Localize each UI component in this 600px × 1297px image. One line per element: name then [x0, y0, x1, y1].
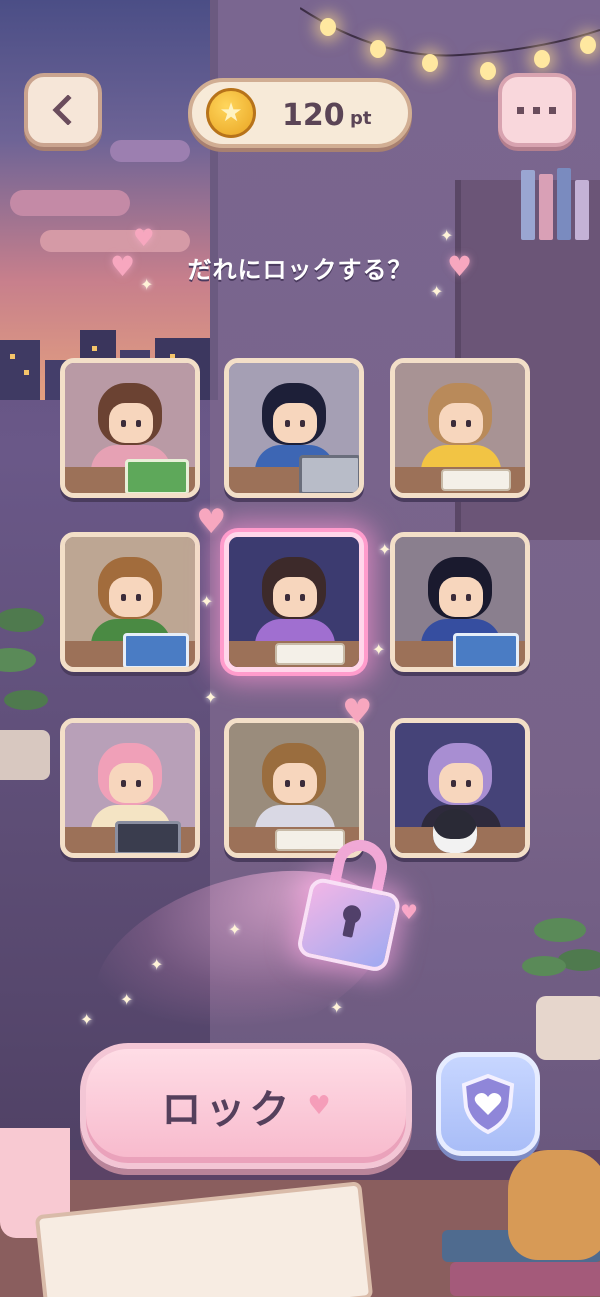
- notebook-icon: [275, 643, 345, 665]
- plant-left: [0, 580, 60, 780]
- sparkle-icon: ✦: [200, 592, 214, 611]
- character-card-girl-penguin[interactable]: [390, 718, 530, 858]
- notebook-icon: [441, 469, 511, 491]
- eye: [451, 594, 456, 601]
- character-face: [109, 763, 153, 803]
- heart-icon: ♥: [342, 692, 373, 732]
- eye: [285, 420, 290, 427]
- character-face: [109, 403, 153, 443]
- points-display: ★ 120 pt: [188, 78, 412, 148]
- points-value: 120: [282, 98, 345, 133]
- eye: [121, 780, 126, 787]
- penguin-icon: [433, 809, 477, 853]
- eye: [300, 780, 305, 787]
- character-card-girl-writing[interactable]: [390, 358, 530, 498]
- character-card-girl-pink-tablet[interactable]: [60, 718, 200, 858]
- sparkle-icon: ✦: [440, 226, 454, 245]
- lock-button[interactable]: ロック ♥: [80, 1043, 412, 1169]
- plant-right: [520, 900, 600, 1060]
- eye: [451, 780, 456, 787]
- character-card-girl-bun-reading[interactable]: [60, 358, 200, 498]
- sparkle-icon: ✦: [150, 955, 164, 974]
- sparkle-icon: ✦: [330, 998, 344, 1017]
- blue-book-icon: [123, 633, 189, 667]
- heart-icon: ♥: [196, 502, 227, 542]
- eye: [466, 780, 471, 787]
- green-book-icon: [125, 459, 189, 493]
- eye: [285, 594, 290, 601]
- eye: [300, 420, 305, 427]
- menu-button[interactable]: [498, 73, 576, 147]
- more-horizontal-icon: [517, 107, 556, 114]
- eye: [136, 594, 141, 601]
- character-card-girl-headphones[interactable]: [224, 532, 364, 672]
- tablet-icon: [115, 821, 181, 853]
- eye: [451, 420, 456, 427]
- heart-icon: ♥: [307, 1091, 331, 1121]
- sparkle-icon: ✦: [378, 540, 392, 559]
- back-button[interactable]: [24, 73, 102, 147]
- prompt-text: だれにロックする？: [187, 256, 413, 284]
- lock-button-label: ロック: [161, 1087, 294, 1133]
- sparkle-icon: ✦: [228, 920, 242, 939]
- points-unit: pt: [350, 108, 372, 129]
- eye: [300, 594, 305, 601]
- character-face: [439, 403, 483, 443]
- sparkle-icon: ✦: [120, 990, 134, 1009]
- eye: [466, 420, 471, 427]
- eye: [136, 780, 141, 787]
- character-face: [439, 577, 483, 617]
- character-card-boy-glasses[interactable]: [390, 532, 530, 672]
- eye: [121, 420, 126, 427]
- window-sky: [0, 0, 218, 400]
- shield-button[interactable]: [436, 1052, 540, 1156]
- laptop-icon: [299, 455, 359, 493]
- star-coin-icon: ★: [206, 88, 256, 138]
- teddy-bear: [508, 1150, 600, 1260]
- sparkle-icon: ✦: [80, 1010, 94, 1029]
- character-face: [109, 577, 153, 617]
- chevron-left-icon: [52, 95, 72, 125]
- eye: [121, 594, 126, 601]
- eye: [285, 780, 290, 787]
- eye: [466, 594, 471, 601]
- heart-icon: ♥: [133, 224, 155, 252]
- character-card-boy-green-hoodie[interactable]: [60, 532, 200, 672]
- character-face: [439, 763, 483, 803]
- character-face: [273, 577, 317, 617]
- sparkle-icon: ✦: [372, 640, 386, 659]
- eye: [136, 420, 141, 427]
- character-card-boy-laptop[interactable]: [224, 358, 364, 498]
- character-face: [273, 403, 317, 443]
- character-face: [273, 763, 317, 803]
- blue-book-icon: [453, 633, 519, 667]
- sparkle-icon: ✦: [204, 688, 218, 707]
- shield-heart-icon: [461, 1073, 515, 1135]
